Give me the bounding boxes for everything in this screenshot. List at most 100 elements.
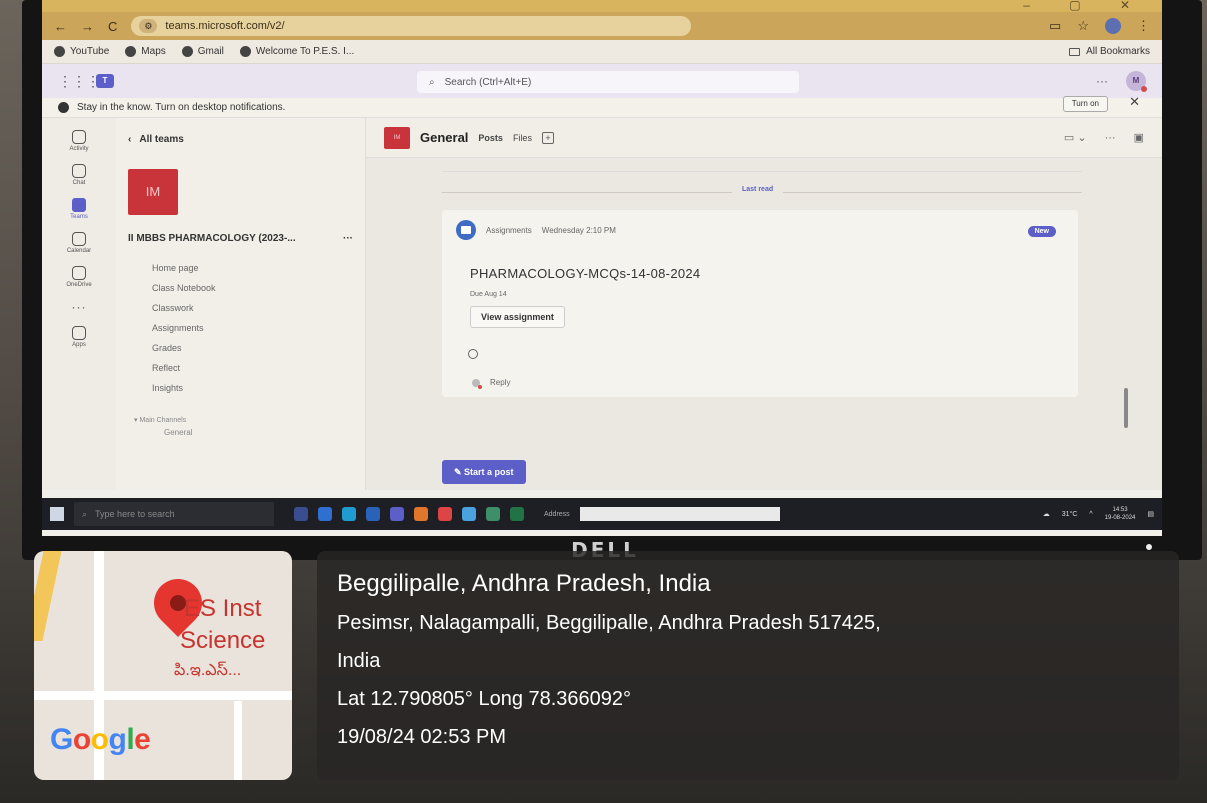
taskbar-clock[interactable]: 14:53 19-08-2024 <box>1105 506 1136 522</box>
site-info-icon[interactable]: ⚙ <box>139 19 158 33</box>
nav-class-notebook[interactable]: Class Notebook <box>152 278 365 298</box>
explorer-icon[interactable] <box>318 507 332 521</box>
monitor-screen: – ▢ ✕ ← → C ⚙ teams.microsoft.com/v2/ ▭ … <box>42 0 1162 536</box>
chat-icon <box>72 164 86 178</box>
team-avatar: IM <box>128 169 178 215</box>
globe-icon <box>181 46 193 57</box>
browser-tab-strip: – ▢ ✕ <box>42 0 1162 12</box>
app-rail: Activity Chat Teams Calendar OneDrive ··… <box>42 118 116 490</box>
map-road <box>34 691 292 700</box>
previous-post-reply <box>442 158 1082 172</box>
map-place-label-telugu: పి.ఇ.ఎస్... <box>174 662 242 679</box>
tab-files[interactable]: Files <box>513 133 532 143</box>
more-apps-icon[interactable]: ··· <box>72 300 87 314</box>
teams-taskbar-icon[interactable] <box>390 507 404 521</box>
search-icon: ⌕ <box>429 76 435 88</box>
assignment-due: Due Aug 14 <box>470 291 507 298</box>
geotag-panel: Beggilipalle, Andhra Pradesh, India Pesi… <box>317 551 1179 780</box>
bookmark-maps[interactable]: Maps <box>125 46 166 57</box>
nav-classwork[interactable]: Classwork <box>152 298 365 318</box>
more-options-icon[interactable]: ··· <box>1096 74 1108 88</box>
chrome-icon[interactable] <box>462 507 476 521</box>
view-assignment-button[interactable]: View assignment <box>470 306 565 328</box>
weather-temp[interactable]: 31°C <box>1062 511 1078 518</box>
calendar-icon <box>71 232 86 246</box>
bookmark-gmail[interactable]: Gmail <box>181 46 224 57</box>
nav-assignments[interactable]: Assignments <box>152 318 365 338</box>
teams-icon <box>71 198 86 212</box>
address-toolbar-label: Address <box>544 510 570 518</box>
bookmark-pes[interactable]: Welcome To P.E.S. I... <box>239 46 354 57</box>
profile-avatar[interactable] <box>1105 18 1121 34</box>
feed-scrollbar[interactable] <box>1124 388 1128 428</box>
rail-item-teams[interactable]: Teams <box>70 198 88 220</box>
star-icon[interactable]: ☆ <box>1077 18 1089 34</box>
rail-item-activity[interactable]: Activity <box>69 130 89 152</box>
back-icon[interactable]: ← <box>54 19 67 34</box>
user-avatar[interactable]: M <box>1126 71 1147 92</box>
notifications-icon[interactable]: ▤ <box>1147 510 1154 518</box>
taskbar-apps <box>294 507 524 521</box>
all-teams-link[interactable]: ‹ All teams <box>128 134 365 145</box>
channel-info-icon[interactable]: ▣ <box>1134 131 1144 144</box>
rail-item-apps[interactable]: Apps <box>72 326 86 348</box>
map-road <box>34 551 62 641</box>
add-tab-icon[interactable]: + <box>541 131 554 144</box>
nav-reflect[interactable]: Reflect <box>152 358 365 378</box>
start-post-button[interactable]: ✎ Start a post <box>442 460 526 484</box>
turn-on-notifications-button[interactable]: Turn on <box>1062 96 1108 112</box>
rail-item-calendar[interactable]: Calendar <box>67 232 91 254</box>
geotag-datetime: 19/08/24 02:53 PM <box>337 726 507 748</box>
banner-text: Stay in the know. Turn on desktop notifi… <box>77 102 286 113</box>
close-icon[interactable]: ✕ <box>1129 94 1140 110</box>
nav-insights[interactable]: Insights <box>152 378 365 398</box>
apps-icon <box>72 326 86 340</box>
word-icon[interactable] <box>366 507 380 521</box>
new-badge: New <box>1027 226 1056 237</box>
cast-icon[interactable]: ▭ <box>1049 18 1061 34</box>
meet-icon[interactable]: ▭ ⌄ <box>1064 131 1087 144</box>
windows-start-icon[interactable] <box>50 507 64 521</box>
globe-icon <box>125 46 137 57</box>
task-view-icon[interactable] <box>294 507 308 521</box>
more-options-icon[interactable]: ··· <box>343 233 353 244</box>
channel-general[interactable]: General <box>128 428 365 437</box>
address-bar[interactable]: ⚙ teams.microsoft.com/v2/ <box>131 16 692 36</box>
menu-kebab-icon[interactable]: ⋮ <box>1137 18 1150 34</box>
firefox-icon[interactable] <box>414 507 428 521</box>
map-road <box>234 701 242 780</box>
edge-icon[interactable] <box>342 507 356 521</box>
team-pane: ‹ All teams IM II MBBS PHARMACOLOGY (202… <box>116 118 366 490</box>
bookmark-youtube[interactable]: YouTube <box>54 46 109 57</box>
rail-item-chat[interactable]: Chat <box>72 164 86 186</box>
app-launcher-icon[interactable]: ⋮⋮⋮ <box>58 73 100 90</box>
channel-main: Turn on ✕ IM General Posts Files + ▭ ⌄ ·… <box>366 94 1162 490</box>
excel-icon[interactable] <box>510 507 524 521</box>
more-options-icon[interactable]: ··· <box>1105 132 1116 144</box>
all-bookmarks-button[interactable]: All Bookmarks <box>1069 46 1150 57</box>
app-icon[interactable] <box>486 507 500 521</box>
channels-header[interactable]: ▾ Main Channels <box>128 416 365 424</box>
window-controls[interactable]: – ▢ ✕ <box>1023 0 1148 12</box>
tab-posts[interactable]: Posts <box>478 133 503 143</box>
app-icon[interactable] <box>438 507 452 521</box>
reload-icon[interactable]: C <box>108 19 117 34</box>
taskbar-search-input[interactable]: ⌕ Type here to search <box>74 502 274 526</box>
tray-chevron-icon[interactable]: ^ <box>1089 511 1092 518</box>
weather-icon[interactable]: ☁ <box>1043 510 1050 518</box>
search-icon: ⌕ <box>82 508 88 519</box>
post-meta: Assignments Wednesday 2:10 PM <box>456 220 1064 240</box>
teams-search-input[interactable]: ⌕ Search (Ctrl+Alt+E) <box>417 71 799 93</box>
add-reaction-icon[interactable] <box>468 349 478 359</box>
forward-icon[interactable]: → <box>81 19 94 34</box>
rail-item-onedrive[interactable]: OneDrive <box>66 266 92 288</box>
nav-home-page[interactable]: Home page <box>152 258 365 278</box>
map-place-label: Science <box>180 627 266 654</box>
nav-grades[interactable]: Grades <box>152 338 365 358</box>
map-thumbnail: ES Inst Science పి.ఇ.ఎస్... Google <box>34 551 292 780</box>
team-name[interactable]: II MBBS PHARMACOLOGY (2023-... ··· <box>128 233 365 244</box>
teams-logo: T <box>96 74 114 88</box>
notification-banner: Stay in the know. Turn on desktop notifi… <box>42 98 1162 118</box>
reply-link[interactable]: Reply <box>456 378 1064 389</box>
address-toolbar-input[interactable] <box>579 507 780 521</box>
